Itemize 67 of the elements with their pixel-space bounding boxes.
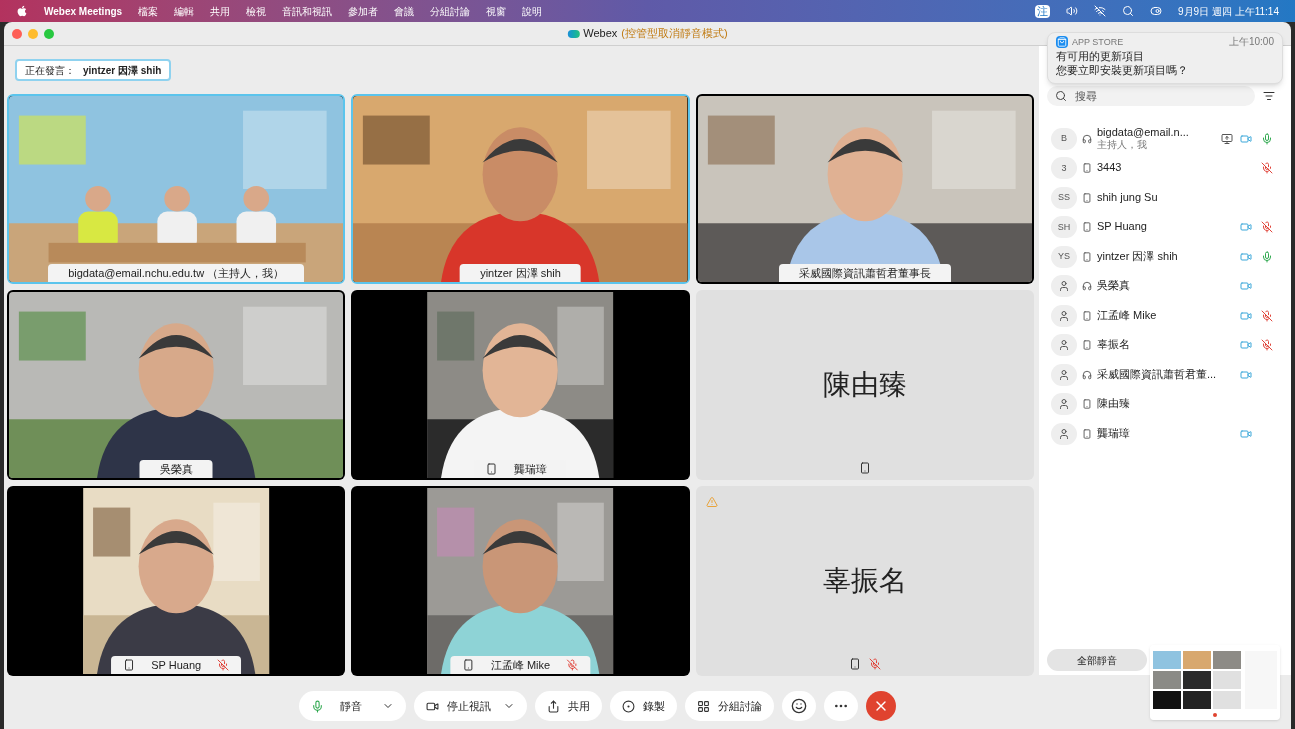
menu-item[interactable]: 共用 — [210, 3, 231, 19]
avatar-initials: YS — [1058, 250, 1070, 263]
participant-name: SP Huang — [150, 657, 203, 673]
input-method-icon[interactable]: 注 — [1035, 4, 1051, 18]
participant-row[interactable]: YS yintzer 因澤 shih — [1039, 242, 1291, 272]
participant-name: 江孟峰 Mike — [1097, 308, 1158, 323]
participant-name: 陳由臻 — [1097, 397, 1131, 412]
record-button[interactable]: 錄製 — [610, 691, 677, 721]
window-mode: (控管型取消靜音模式) — [621, 26, 728, 42]
participant-row[interactable]: 龔瑞璋 — [1039, 419, 1291, 449]
menu-item[interactable]: 說明 — [522, 3, 543, 19]
notification-time: 上午10:00 — [1228, 35, 1274, 49]
share-button[interactable]: 共用 — [535, 691, 602, 721]
window-title: Webex — [583, 26, 618, 42]
participant-name: 3443 — [1097, 161, 1123, 176]
mute-button[interactable]: 靜音 — [299, 691, 406, 721]
participant-name: 采威國際資訊蕭哲君董事長 — [797, 265, 932, 281]
avatar-initials: SH — [1057, 220, 1071, 234]
participant-row[interactable]: B bigdata@email.n... 主持人，我 — [1039, 124, 1291, 154]
speaking-caption: 正在發言： — [25, 63, 75, 78]
participant-row[interactable]: 采威國際資訊蕭哲君董... — [1039, 360, 1291, 390]
breakout-button[interactable]: 分組討論 — [685, 691, 774, 721]
participant-name: 吳榮真 — [1097, 279, 1131, 294]
participant-name: SP Huang — [1097, 220, 1148, 235]
participant-name: 龔瑞璋 — [513, 461, 548, 477]
participant-name: 江孟峰 Mike — [489, 657, 552, 673]
menu-item[interactable]: 會議 — [394, 3, 415, 19]
participant-row[interactable]: SH SP Huang — [1039, 212, 1291, 242]
notification-card[interactable]: APP STORE 上午10:00 有可用的更新項目 您要立即安裝更新項目嗎？ — [1047, 32, 1283, 84]
menu-item[interactable]: 分組討論 — [430, 3, 471, 19]
participant-row[interactable]: 吳榮真 — [1039, 271, 1291, 301]
mute-all-button[interactable]: 全部靜音 — [1047, 649, 1147, 671]
video-button[interactable]: 停止視訊 — [414, 691, 527, 721]
avatar-initials: SS — [1058, 191, 1070, 204]
participant-row[interactable]: 3 3443 — [1039, 153, 1291, 183]
menu-item[interactable]: 檔案 — [138, 3, 159, 19]
participant-name: bigdata@email.n... — [1097, 125, 1190, 139]
notification-body: 您要立即安裝更新項目嗎？ — [1056, 63, 1189, 77]
participant-name: yintzer 因澤 shih — [479, 265, 562, 281]
app-menu[interactable]: Webex Meetings — [44, 3, 123, 19]
participant-row[interactable]: 陳由臻 — [1039, 389, 1291, 419]
participant-row[interactable]: SS shih jung Su — [1039, 183, 1291, 213]
participant-name: shih jung Su — [1097, 190, 1159, 205]
participant-name: 陳由臻 — [822, 368, 907, 402]
notification-app: APP STORE — [1072, 36, 1125, 49]
menu-item[interactable]: 編輯 — [174, 3, 195, 19]
menu-item[interactable]: 檢視 — [246, 3, 267, 19]
participant-name: 辜振名 — [1097, 338, 1131, 353]
menu-item[interactable]: 音訊和視訊 — [282, 3, 333, 19]
participant-name: 吳榮真 — [158, 461, 194, 477]
notification-title: 有可用的更新項目 — [1056, 49, 1145, 63]
speaker-name: yintzer 因澤 shih — [83, 63, 162, 78]
participant-name: 辜振名 — [822, 564, 907, 598]
participant-role: 主持人，我 — [1097, 139, 1148, 152]
search-field[interactable]: 搜尋 — [1047, 86, 1255, 106]
search-input[interactable]: 搜尋 — [1075, 87, 1247, 105]
avatar-initials: 3 — [1061, 161, 1067, 175]
participant-name: 采威國際資訊蕭哲君董... — [1097, 367, 1216, 382]
participant-name: yintzer 因澤 shih — [1097, 249, 1179, 264]
clock: 9月9日 週四 上午11:14 — [1178, 4, 1279, 19]
participant-name: bigdata@email.nchu.edu.tw （主持人，我） — [67, 265, 286, 281]
menu-item[interactable]: 視窗 — [486, 3, 507, 19]
avatar-initials: B — [1061, 132, 1067, 145]
participant-row[interactable]: 江孟峰 Mike — [1039, 301, 1291, 331]
participant-row[interactable]: 辜振名 — [1039, 330, 1291, 360]
participant-name: 龔瑞璋 — [1097, 426, 1131, 441]
menu-item[interactable]: 參加者 — [348, 3, 379, 19]
